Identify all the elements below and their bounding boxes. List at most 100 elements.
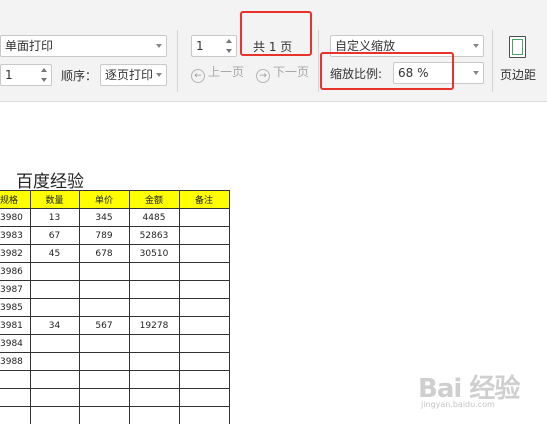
table-cell <box>29 280 80 299</box>
print-preview-toolbar: 单面打印 1 顺序： 逐页打印 1 共 1 页 ← 上一页 → 下一页 自定义缩放 … <box>0 0 547 102</box>
chevron-down-icon <box>156 44 162 48</box>
table-cell: 567 <box>78 316 130 335</box>
table-cell <box>29 406 80 424</box>
chevron-down-icon <box>473 44 479 48</box>
print-mode-select[interactable]: 单面打印 <box>0 35 167 57</box>
copies-stepper[interactable]: 1 <box>0 64 52 86</box>
table-cell <box>29 352 80 371</box>
table-cell <box>29 298 80 317</box>
table-cell <box>78 262 130 281</box>
watermark-url: jingyan.baidu.com <box>421 400 495 409</box>
preview-table: 规格 数量 单价 金额 备注 3980 13 345 4485 3983 67 789 52863 398… <box>0 190 230 424</box>
arrow-right-icon: → <box>256 69 270 83</box>
table-cell: 13 <box>29 208 80 227</box>
table-row: 3981 34 567 19278 <box>0 316 230 335</box>
table-cell: 3984 <box>0 334 31 353</box>
table-row: 3987 <box>0 280 230 299</box>
table-row <box>0 406 230 424</box>
table-row: 3984 <box>0 334 230 353</box>
table-cell: 789 <box>78 226 130 245</box>
column-header: 数量 <box>29 190 80 209</box>
table-header-row: 规格 数量 单价 金额 备注 <box>0 190 230 209</box>
table-cell <box>178 226 230 245</box>
toolbar-divider <box>492 30 493 92</box>
page-margins-button[interactable]: 页边距 <box>500 66 536 83</box>
table-cell <box>178 244 230 263</box>
table-cell <box>78 370 130 389</box>
table-cell: 67 <box>29 226 80 245</box>
table-cell <box>178 262 230 281</box>
order-select[interactable]: 逐页打印 <box>100 64 167 86</box>
table-cell: 678 <box>78 244 130 263</box>
table-cell <box>29 262 80 281</box>
table-cell: 3982 <box>0 244 31 263</box>
arrow-left-icon: ← <box>191 69 205 83</box>
page-number-value: 1 <box>196 39 204 53</box>
table-cell: 3987 <box>0 280 31 299</box>
table-cell <box>0 370 31 389</box>
next-page-button[interactable]: → 下一页 <box>256 64 309 83</box>
table-cell <box>29 334 80 353</box>
table-cell: 3983 <box>0 226 31 245</box>
column-header: 单价 <box>78 190 130 209</box>
table-cell <box>128 298 180 317</box>
next-page-label: 下一页 <box>273 65 310 79</box>
zoom-ratio-highlight <box>320 52 454 90</box>
table-cell: 19278 <box>128 316 180 335</box>
table-row: 3983 67 789 52863 <box>0 226 230 245</box>
prev-page-label: 上一页 <box>208 65 245 79</box>
table-row: 3980 13 345 4485 <box>0 208 230 227</box>
table-cell: 34 <box>29 316 80 335</box>
table-cell <box>128 352 180 371</box>
document-title: 百度经验 <box>16 172 84 192</box>
table-row: 3982 45 678 30510 <box>0 244 230 263</box>
zoom-mode-value: 自定义缩放 <box>335 39 396 53</box>
table-cell: 3980 <box>0 208 31 227</box>
table-cell <box>29 388 80 407</box>
table-row <box>0 370 230 389</box>
column-header: 备注 <box>178 190 230 209</box>
table-cell <box>128 406 180 424</box>
table-cell <box>128 388 180 407</box>
column-header: 金额 <box>128 190 180 209</box>
table-row <box>0 388 230 407</box>
table-cell: 3988 <box>0 352 31 371</box>
print-mode-value: 单面打印 <box>5 39 54 53</box>
table-cell <box>128 262 180 281</box>
table-cell <box>78 352 130 371</box>
table-cell <box>178 406 230 424</box>
table-cell <box>78 388 130 407</box>
table-cell: 3986 <box>0 262 31 281</box>
stepper-arrows-icon[interactable] <box>40 68 48 82</box>
table-row: 3985 <box>0 298 230 317</box>
table-cell: 3985 <box>0 298 31 317</box>
table-cell <box>178 370 230 389</box>
toolbar-divider <box>318 30 319 92</box>
table-cell <box>0 406 31 424</box>
table-cell <box>78 280 130 299</box>
prev-page-button[interactable]: ← 上一页 <box>191 64 244 83</box>
table-cell <box>178 388 230 407</box>
table-cell <box>178 334 230 353</box>
total-pages-highlight <box>240 11 312 56</box>
chevron-down-icon <box>156 73 162 77</box>
table-cell <box>78 334 130 353</box>
page-number-stepper[interactable]: 1 <box>191 35 237 57</box>
table-cell: 52863 <box>128 226 180 245</box>
table-cell <box>128 370 180 389</box>
page-margins-icon[interactable] <box>509 36 526 58</box>
table-cell <box>178 208 230 227</box>
copies-value: 1 <box>5 68 13 82</box>
order-label: 顺序： <box>61 69 98 83</box>
table-cell <box>178 352 230 371</box>
table-cell <box>128 280 180 299</box>
table-cell <box>128 334 180 353</box>
table-cell <box>0 388 31 407</box>
table-row: 3986 <box>0 262 230 281</box>
column-header: 规格 <box>0 190 31 209</box>
stepper-arrows-icon[interactable] <box>225 39 233 53</box>
table-cell <box>178 316 230 335</box>
table-cell <box>178 280 230 299</box>
chevron-down-icon <box>473 71 479 75</box>
toolbar-divider <box>177 30 178 92</box>
